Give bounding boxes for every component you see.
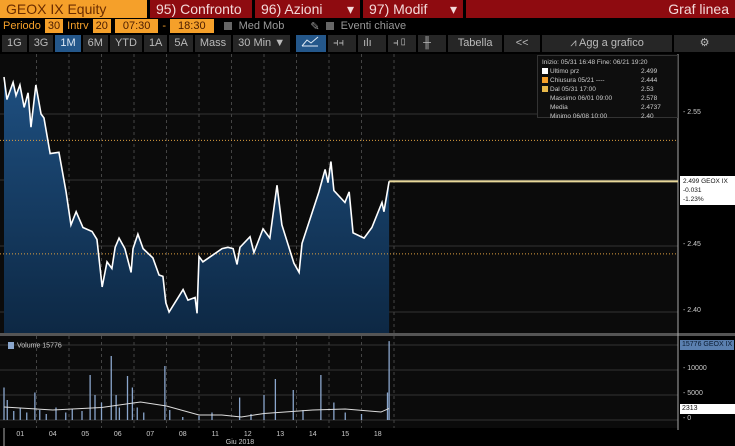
x-axis-title: Giu 2018	[225, 439, 255, 446]
x-tick-label: 06	[113, 431, 122, 438]
legend-swatch	[542, 86, 548, 93]
legend-row-value: 2.578	[641, 95, 658, 102]
price-tick-label: - 2.55	[683, 109, 701, 116]
legend-swatch	[542, 68, 548, 75]
legend-row-label: Minimo 06/08 10:00	[542, 112, 607, 121]
x-tick-label: 01	[16, 431, 25, 438]
legend-swatch	[542, 113, 548, 119]
legend-row-label: Massimo 06/01 09:00	[542, 94, 612, 103]
legend-row: Ultimo prz 2.499	[542, 67, 673, 76]
x-tick-label: 12	[243, 431, 252, 438]
x-tick-label: 14	[308, 431, 317, 438]
legend-row: Chiusura 05/21 ---- 2.444	[542, 76, 673, 85]
volume-legend-text: Volume 15776	[17, 342, 62, 350]
legend-row-value: 2.4737	[641, 104, 661, 111]
volume-last-label: 15776 GEOX IX	[680, 340, 735, 350]
volume-ma-label: 2313	[680, 404, 735, 414]
legend-row: Dal 05/31 17:00 2.53	[542, 85, 673, 94]
x-tick-label: 13	[276, 431, 285, 438]
price-change-pct: -1.23%	[683, 196, 704, 203]
legend-row: Media 2.4737	[542, 103, 673, 112]
legend-range: Inizio: 05/31 16:48 Fine: 06/21 19:20	[542, 59, 648, 66]
legend-row-label: Media	[542, 103, 568, 112]
x-tick-label: 07	[146, 431, 155, 438]
legend-row-label: Chiusura 05/21 ----	[542, 76, 605, 85]
legend-row-label: Ultimo prz	[542, 67, 579, 76]
volume-swatch	[8, 342, 14, 349]
x-tick-label: 08	[178, 431, 187, 438]
x-tick-label: 11	[211, 431, 219, 438]
legend-row-value: 2.53	[641, 86, 654, 93]
price-change: -0.031	[683, 187, 702, 194]
chart-legend: Inizio: 05/31 16:48 Fine: 06/21 19:20 Ul…	[537, 55, 678, 121]
volume-tick-label: - 0	[683, 415, 692, 422]
x-tick-label: 18	[373, 431, 382, 438]
legend-row-value: 2.40	[641, 113, 654, 120]
last-price: 2.499 GEOX IX	[683, 178, 728, 185]
legend-row-label: Dal 05/31 17:00	[542, 85, 596, 94]
panel-divider	[0, 333, 735, 336]
legend-row: Minimo 06/08 10:00 2.40	[542, 112, 673, 121]
legend-swatch	[542, 77, 548, 84]
volume-tick-label: - 10000	[683, 365, 707, 372]
price-tick-label: - 2.40	[683, 307, 701, 314]
legend-row-value: 2.499	[641, 68, 658, 75]
legend-swatch	[542, 104, 548, 110]
volume-legend: Volume 15776	[8, 342, 62, 349]
x-tick-label: 15	[341, 431, 350, 438]
legend-row: Massimo 06/01 09:00 2.578	[542, 94, 673, 103]
last-price-label: 2.499 GEOX IX -0.031 -1.23%	[680, 176, 735, 205]
price-tick-label: - 2.45	[683, 241, 701, 248]
legend-swatch	[542, 95, 548, 101]
x-tick-label: 05	[81, 431, 90, 438]
volume-tick-label: - 5000	[683, 390, 703, 397]
legend-row-value: 2.444	[641, 77, 658, 84]
x-tick-label: 04	[48, 431, 57, 438]
